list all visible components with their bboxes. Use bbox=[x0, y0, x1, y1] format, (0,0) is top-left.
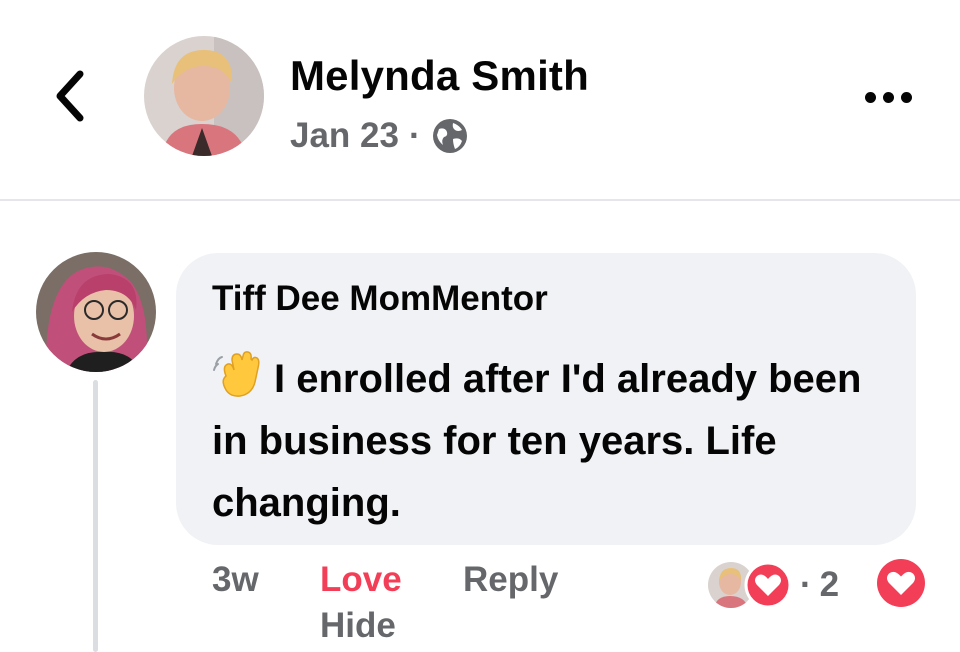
comment-text: I enrolled after I'd already been in bus… bbox=[212, 346, 902, 534]
more-options-button[interactable] bbox=[858, 80, 918, 114]
reaction-count: 2 bbox=[819, 565, 840, 604]
more-dot bbox=[882, 91, 894, 103]
love-reaction-icon[interactable] bbox=[876, 558, 926, 608]
poster-avatar[interactable] bbox=[144, 36, 264, 156]
globe-icon[interactable] bbox=[431, 117, 469, 155]
meta-separator: · bbox=[408, 116, 421, 155]
waving-hand-icon bbox=[213, 351, 260, 397]
more-dots-icon bbox=[864, 91, 876, 103]
commenter-name[interactable]: Tiff Dee MomMentor bbox=[212, 279, 548, 319]
commenter-avatar[interactable] bbox=[36, 252, 156, 372]
reaction-separator: · bbox=[800, 565, 812, 604]
reaction-summary[interactable]: · 2 bbox=[706, 560, 839, 610]
reply-button[interactable]: Reply bbox=[463, 560, 558, 610]
post-meta: Jan 23 · bbox=[290, 114, 469, 158]
more-dot bbox=[900, 91, 912, 103]
back-button[interactable] bbox=[48, 66, 92, 126]
love-button[interactable]: Love bbox=[320, 560, 402, 610]
comment-time: 3w bbox=[212, 560, 259, 599]
heart-reaction-icon bbox=[744, 561, 792, 609]
post-header: Melynda Smith Jan 23 · bbox=[0, 0, 960, 200]
poster-name[interactable]: Melynda Smith bbox=[290, 52, 589, 100]
hide-button[interactable]: Hide bbox=[320, 606, 396, 646]
header-divider bbox=[0, 199, 960, 201]
chevron-left-icon bbox=[56, 70, 84, 122]
post-date[interactable]: Jan 23 bbox=[290, 116, 399, 156]
comment-body: I enrolled after I'd already been in bus… bbox=[212, 357, 862, 525]
thread-line bbox=[93, 380, 98, 652]
